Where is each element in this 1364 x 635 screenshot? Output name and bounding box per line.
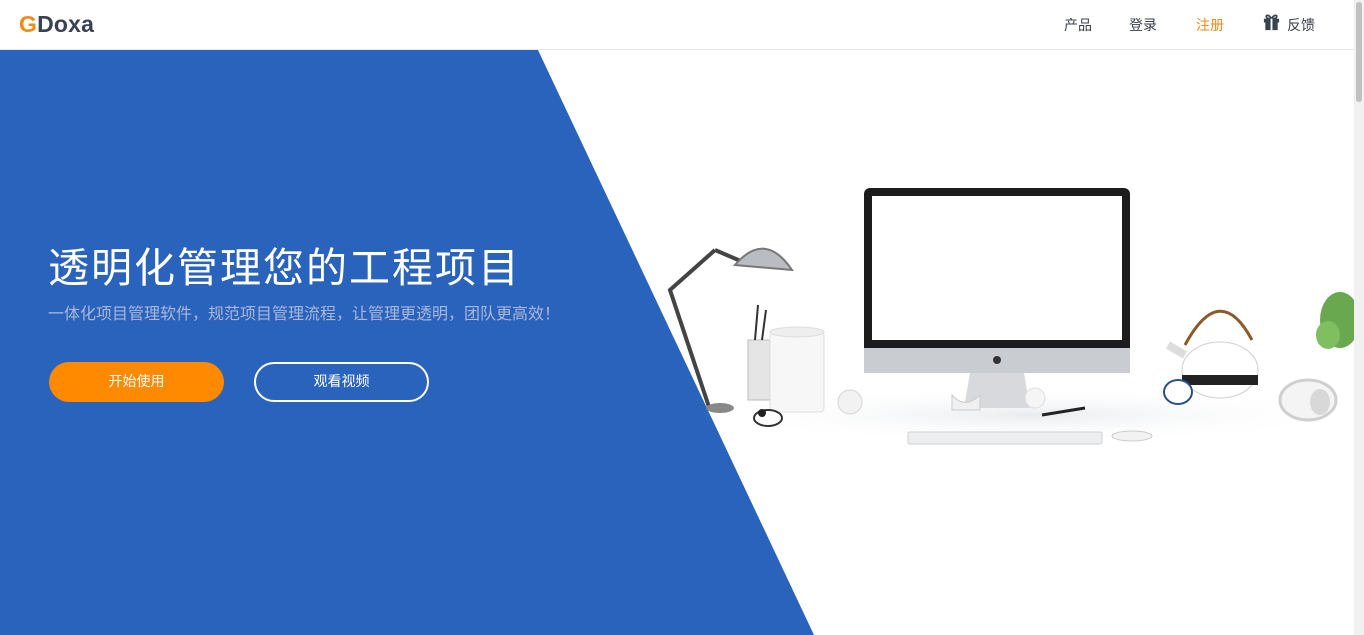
plant [1316, 292, 1354, 349]
hero-title: 透明化管理您的工程项目 [48, 244, 521, 292]
nav-register[interactable]: 注册 [1196, 15, 1224, 35]
nav-feedback[interactable]: 反馈 [1262, 14, 1315, 35]
top-header: GDoxa 产品 登录 注册 反馈 [0, 0, 1354, 50]
hero-subtitle: 一体化项目管理软件，规范项目管理流程，让管理更透明，团队更高效！ [48, 304, 561, 323]
scrollbar-thumb[interactable] [1356, 2, 1362, 102]
nav-feedback-label: 反馈 [1287, 18, 1315, 34]
monitor [864, 188, 1130, 408]
gift-icon [1263, 14, 1280, 31]
nav-product[interactable]: 产品 [1064, 15, 1092, 35]
watch-video-button[interactable]: 观看视频 [254, 362, 429, 402]
start-button[interactable]: 开始使用 [49, 362, 224, 402]
logo[interactable]: GDoxa [19, 11, 94, 38]
desk-scene-image [667, 188, 1354, 445]
vertical-scrollbar[interactable] [1354, 0, 1364, 635]
nav-login[interactable]: 登录 [1129, 15, 1157, 35]
desk-lamp [667, 248, 751, 411]
logo-g: G [19, 11, 38, 37]
logo-text: Doxa [37, 11, 95, 37]
